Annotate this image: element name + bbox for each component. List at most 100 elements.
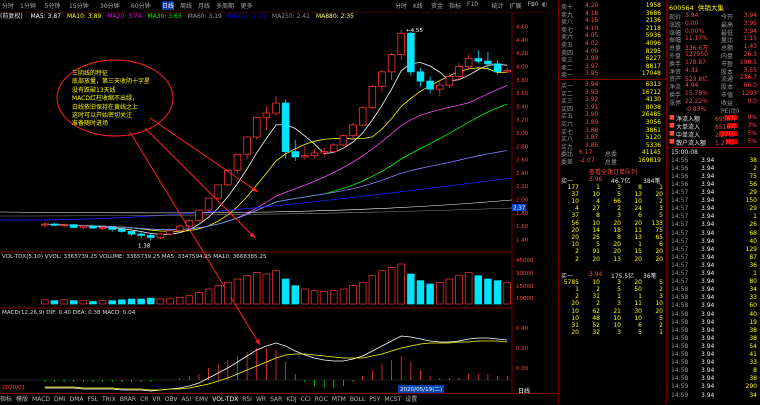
toolbar-button[interactable]: 扩展	[510, 1, 522, 10]
volume-bar	[166, 297, 174, 305]
ask-price: 4.15	[585, 17, 599, 25]
indicator-tab[interactable]: TRIX	[102, 396, 116, 403]
queue-title[interactable]: 查看全速订单队列	[589, 167, 637, 176]
period-tab[interactable]: 60分钟	[131, 1, 151, 10]
indicator-tab[interactable]: MACD	[32, 396, 50, 403]
tick-row: 14:57 3.94 87	[671, 254, 759, 262]
indicator-tab[interactable]: OBV	[165, 396, 178, 403]
candle-body	[214, 184, 222, 199]
queue-cell: 3	[659, 293, 663, 301]
bid-price: 3.87	[585, 134, 599, 142]
volume-bar	[397, 263, 405, 305]
candle-body	[98, 226, 107, 229]
tick-price: 3.94	[701, 172, 715, 180]
period-tab[interactable]: 更多	[241, 1, 253, 10]
tick-time: 14:58	[671, 318, 689, 326]
queue-cell: 20	[571, 226, 579, 234]
period-tab[interactable]: 多周期	[216, 1, 234, 10]
indicator-tab[interactable]: SAR	[270, 396, 282, 403]
tick-volume: 38	[749, 156, 757, 164]
settings-icon[interactable]: ⚙	[530, 1, 535, 8]
bid-volume: 3056	[645, 119, 661, 126]
queue-cell: 32	[592, 329, 600, 337]
indicator-tab[interactable]: ASI	[181, 396, 191, 403]
queue-cell: 75	[655, 226, 663, 234]
indicator-tab[interactable]: RSI	[242, 396, 252, 403]
info-row: 总量 336.6万 总额 1.43	[669, 43, 759, 52]
period-tab[interactable]: 15分钟	[69, 1, 89, 10]
indicator-tab[interactable]: 指标	[0, 394, 12, 403]
annotation-note: 三阴线的特征 底部放量，第三天收阴十字星 没有跌破13天线 MACD红柱收缩不出绿，白…	[72, 70, 154, 129]
queue-cell: 3	[617, 329, 621, 337]
toolbar-button[interactable]: 分时	[395, 1, 407, 10]
tick-price: 3.94	[701, 278, 715, 286]
note-line: 白线依旧保持在黄线之上	[72, 103, 139, 111]
indicator-tab[interactable]: BRAR	[120, 396, 136, 403]
queue-cell: 65	[655, 234, 663, 241]
kline-chart: 4.60 4.40 4.20 4.00 3.80 3.60 3.40 3.20 3.00 2.80…	[0, 12, 534, 393]
info-value2: 3.55	[743, 66, 757, 74]
candle-body	[416, 71, 425, 82]
indicator-tab[interactable]: VR	[152, 396, 160, 403]
ask-price: 4.05	[585, 32, 599, 40]
info-value: 127950	[685, 51, 708, 58]
ask-row: 卖一 3.95 17048	[561, 70, 665, 79]
toolbar-button[interactable]: 指标	[449, 1, 461, 10]
date-start: 2020/01	[2, 385, 26, 391]
toolbar-button[interactable]: 资金	[431, 1, 443, 10]
flow-icon: ■	[669, 122, 675, 130]
indicator-tab[interactable]: VOL-TDX	[212, 396, 238, 403]
indicator-tab[interactable]: PSY	[369, 396, 380, 403]
toolbar-button[interactable]: 统计	[492, 1, 504, 10]
tick-row: 14:56 3.94 2	[671, 165, 759, 173]
indicator-tab[interactable]: MTM	[332, 396, 346, 403]
tick-volume: 41	[749, 351, 757, 358]
indicator-tab[interactable]: CR	[140, 396, 148, 403]
toolbar-button[interactable]: F10	[467, 1, 478, 8]
period-tab[interactable]: 日线	[162, 1, 175, 10]
queue-cell: 3	[659, 205, 663, 213]
tick-price: 3.94	[701, 310, 715, 318]
tick-time: 14:58	[671, 367, 689, 375]
right-tab[interactable]: 日线	[518, 386, 530, 395]
tick-volume: 38	[749, 334, 757, 342]
indicator-tab[interactable]: ROC	[315, 396, 328, 403]
indicator-tab[interactable]: FSL	[88, 396, 99, 403]
candle-body	[156, 233, 165, 238]
price-tick-label: 4.00	[516, 65, 529, 71]
indicator-tab[interactable]: MCST	[384, 396, 401, 403]
tick-row: 14:58 3.94 19	[671, 319, 759, 327]
volume-bar	[60, 299, 68, 305]
period-tab[interactable]: 分时	[2, 1, 14, 10]
indicator-tab[interactable]: 设置	[405, 394, 417, 403]
info-value2: 0.0	[747, 97, 757, 105]
period-tab[interactable]: 30分钟	[100, 1, 120, 10]
indicator-tab[interactable]: EMV	[195, 396, 208, 403]
candle-body	[147, 234, 155, 238]
queue-cell: 11	[634, 226, 642, 234]
indicator-tab[interactable]: WR	[256, 396, 266, 403]
indicator-tab[interactable]: 模版	[16, 394, 28, 403]
summary-value2: 41145	[641, 149, 661, 157]
indicator-tab[interactable]: CCI	[301, 396, 311, 403]
indicator-tab[interactable]: DMA	[70, 396, 84, 403]
price-tick-label: 3.80	[516, 78, 529, 84]
ma-value: MA10: 3.89	[67, 13, 102, 20]
queue-cell: 6	[638, 322, 642, 329]
indicator-tab[interactable]: DMI	[54, 396, 66, 403]
queue-cell: 20	[613, 219, 621, 227]
period-tab[interactable]: 月线	[198, 1, 210, 10]
theme-icon[interactable]: ◐	[542, 1, 547, 8]
period-tab[interactable]: 5分钟	[45, 1, 61, 10]
annotation-arrow	[149, 117, 259, 193]
period-tab[interactable]: 周线	[180, 1, 192, 10]
queue-cell: 91	[592, 248, 600, 256]
indicator-tab[interactable]: BOLL	[350, 396, 365, 403]
toolbar-button[interactable]: K线	[413, 1, 423, 10]
stock-title: (前复权)	[0, 13, 23, 20]
tick-row: 14:58 3.94 33	[671, 294, 759, 302]
volume-bar	[233, 278, 242, 305]
candle-body	[108, 226, 117, 230]
indicator-tab[interactable]: KDJ	[286, 396, 296, 403]
period-tab[interactable]: 1分钟	[20, 1, 36, 10]
